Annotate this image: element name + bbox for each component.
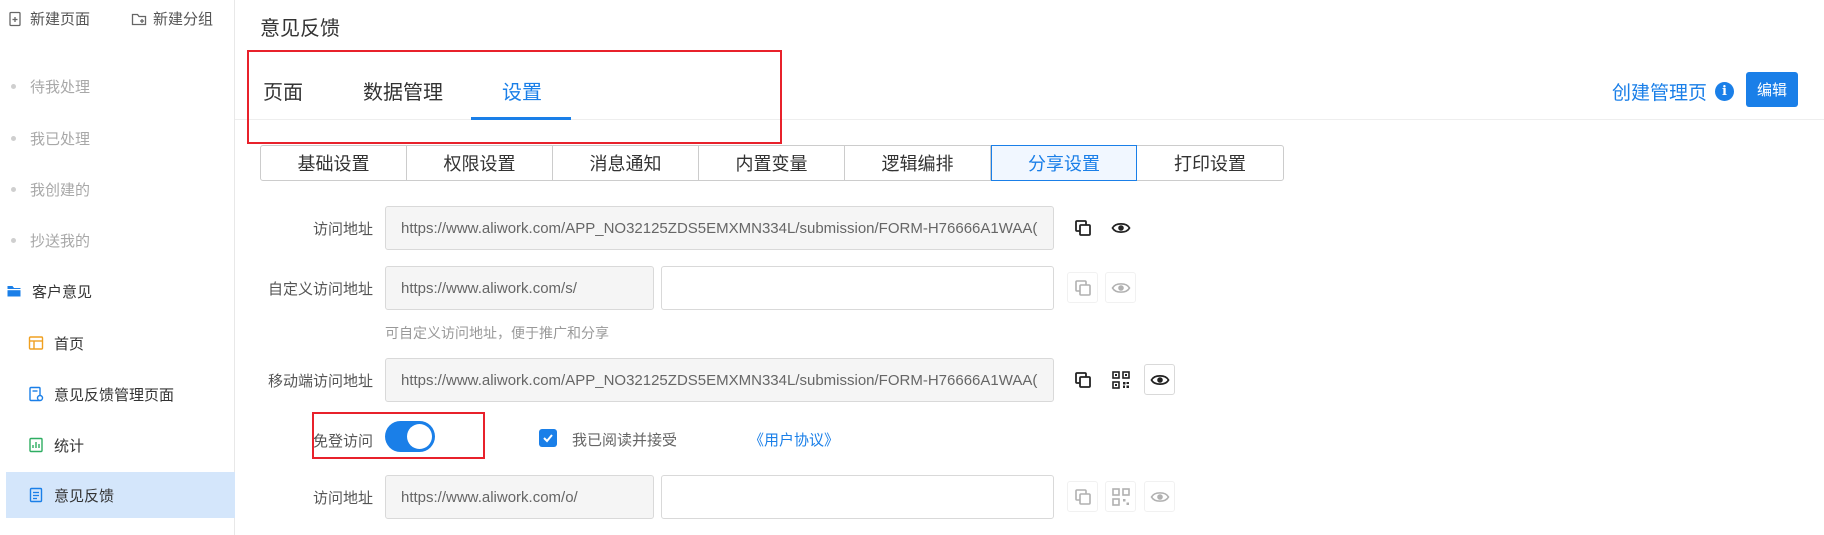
preview-button-disabled[interactable]: [1105, 272, 1136, 303]
tab-data-management[interactable]: 数据管理: [363, 76, 443, 105]
sidebar-item-label: 我创建的: [30, 180, 91, 199]
bullet-icon: [11, 186, 16, 192]
subtab-logic[interactable]: 逻辑编排: [845, 146, 991, 180]
subtab-permissions[interactable]: 权限设置: [407, 146, 553, 180]
toggle-knob: [407, 424, 432, 449]
main-tabs: 页面 数据管理 设置: [235, 70, 1824, 120]
public-url-input[interactable]: [661, 475, 1054, 519]
custom-url-input[interactable]: [661, 266, 1054, 310]
public-url-label: 访问地址: [312, 489, 373, 507]
subtab-basic[interactable]: 基础设置: [261, 146, 407, 180]
sidebar-group-label: 客户意见: [32, 282, 93, 301]
copy-icon: [1074, 371, 1091, 388]
sidebar-page-label: 意见反馈: [54, 486, 115, 505]
eye-icon: [1150, 491, 1169, 502]
tab-settings[interactable]: 设置: [502, 76, 542, 105]
agree-label: 我已阅读并接受: [572, 431, 678, 449]
create-link-label: 创建管理页: [1612, 82, 1708, 104]
sidebar-item-label: 我已处理: [30, 129, 91, 148]
sidebar-item-cc[interactable]: 抄送我的: [0, 220, 235, 260]
sidebar-group-customer-feedback[interactable]: 客户意见: [0, 271, 235, 311]
new-page-icon: [9, 11, 21, 26]
copy-icon: [1074, 488, 1091, 505]
create-manage-page-link[interactable]: 创建管理页 i: [1612, 78, 1735, 105]
form-icon: [29, 487, 43, 503]
bullet-icon: [11, 237, 16, 243]
copy-icon: [1074, 219, 1091, 236]
sidebar-item-processed[interactable]: 我已处理: [0, 118, 235, 158]
qrcode-button[interactable]: [1105, 364, 1136, 395]
sidebar-item-created[interactable]: 我创建的: [0, 169, 235, 209]
new-group-button[interactable]: 新建分组: [131, 8, 213, 29]
preview-button-disabled[interactable]: [1144, 481, 1175, 512]
bullet-icon: [11, 135, 16, 141]
sidebar-page-feedback[interactable]: 意见反馈: [6, 472, 235, 518]
eye-icon: [1110, 222, 1131, 233]
user-agreement-link[interactable]: 《用户协议》: [749, 429, 839, 450]
copy-button-disabled[interactable]: [1067, 481, 1098, 512]
subtab-variables[interactable]: 内置变量: [699, 146, 845, 180]
sidebar: 新建页面 新建分组 待我处理 我已处理 我创建的 抄送我的 客户意见 首页 意见…: [0, 0, 235, 535]
copy-button[interactable]: [1067, 364, 1098, 395]
bullet-icon: [11, 83, 16, 89]
copy-button-disabled[interactable]: [1067, 272, 1098, 303]
agree-checkbox[interactable]: [539, 429, 557, 447]
access-url-label: 访问地址: [312, 220, 373, 238]
tab-page[interactable]: 页面: [263, 76, 303, 105]
qrcode-icon: [1111, 487, 1130, 506]
public-url-prefix: https://www.aliwork.com/o/: [385, 475, 654, 519]
custom-url-label: 自定义访问地址: [267, 280, 373, 298]
chart-icon: [29, 437, 43, 453]
subtab-print[interactable]: 打印设置: [1137, 146, 1283, 180]
sidebar-item-label: 待我处理: [30, 77, 91, 96]
mobile-url-field[interactable]: https://www.aliwork.com/APP_NO32125ZDS5E…: [385, 358, 1054, 402]
sidebar-page-home[interactable]: 首页: [0, 320, 235, 366]
login-free-toggle[interactable]: [385, 421, 435, 452]
mobile-url-label: 移动端访问地址: [267, 372, 373, 390]
access-url-field[interactable]: https://www.aliwork.com/APP_NO32125ZDS5E…: [385, 206, 1054, 250]
sidebar-page-label: 意见反馈管理页面: [54, 385, 175, 404]
new-page-label: 新建页面: [30, 10, 91, 28]
custom-url-prefix: https://www.aliwork.com/s/: [385, 266, 654, 310]
active-tab-indicator: [471, 117, 571, 120]
sidebar-page-stats[interactable]: 统计: [0, 422, 235, 468]
new-folder-icon: [131, 13, 147, 25]
sidebar-page-label: 统计: [54, 436, 85, 455]
edit-button[interactable]: 编辑: [1746, 72, 1798, 107]
sidebar-page-feedback-manage[interactable]: 意见反馈管理页面: [0, 371, 235, 417]
new-group-label: 新建分组: [153, 10, 214, 28]
settings-subtabs: 基础设置 权限设置 消息通知 内置变量 逻辑编排 分享设置 打印设置: [260, 145, 1284, 181]
subtab-share[interactable]: 分享设置: [991, 145, 1137, 181]
copy-icon: [1074, 279, 1091, 296]
login-free-label: 免登访问: [312, 432, 373, 450]
sidebar-item-label: 抄送我的: [30, 231, 91, 250]
new-page-button[interactable]: 新建页面: [8, 8, 90, 29]
folder-icon: [7, 286, 21, 297]
preview-button[interactable]: [1144, 364, 1175, 395]
copy-button[interactable]: [1067, 212, 1098, 243]
sidebar-page-label: 首页: [54, 334, 85, 353]
layout-icon: [28, 336, 44, 350]
custom-url-hint: 可自定义访问地址，便于推广和分享: [385, 326, 609, 342]
page-title: 意见反馈: [260, 16, 340, 40]
eye-icon: [1111, 282, 1130, 293]
check-icon: [543, 434, 553, 443]
subtab-notifications[interactable]: 消息通知: [553, 146, 699, 180]
eye-icon: [1149, 374, 1170, 385]
preview-button[interactable]: [1105, 212, 1136, 243]
info-icon[interactable]: i: [1715, 82, 1735, 101]
qrcode-button-disabled[interactable]: [1105, 481, 1136, 512]
manage-page-icon: [29, 386, 44, 402]
sidebar-item-pending[interactable]: 待我处理: [0, 66, 235, 106]
sidebar-toolbar: 新建页面 新建分组: [0, 0, 235, 38]
qrcode-icon: [1111, 370, 1130, 389]
